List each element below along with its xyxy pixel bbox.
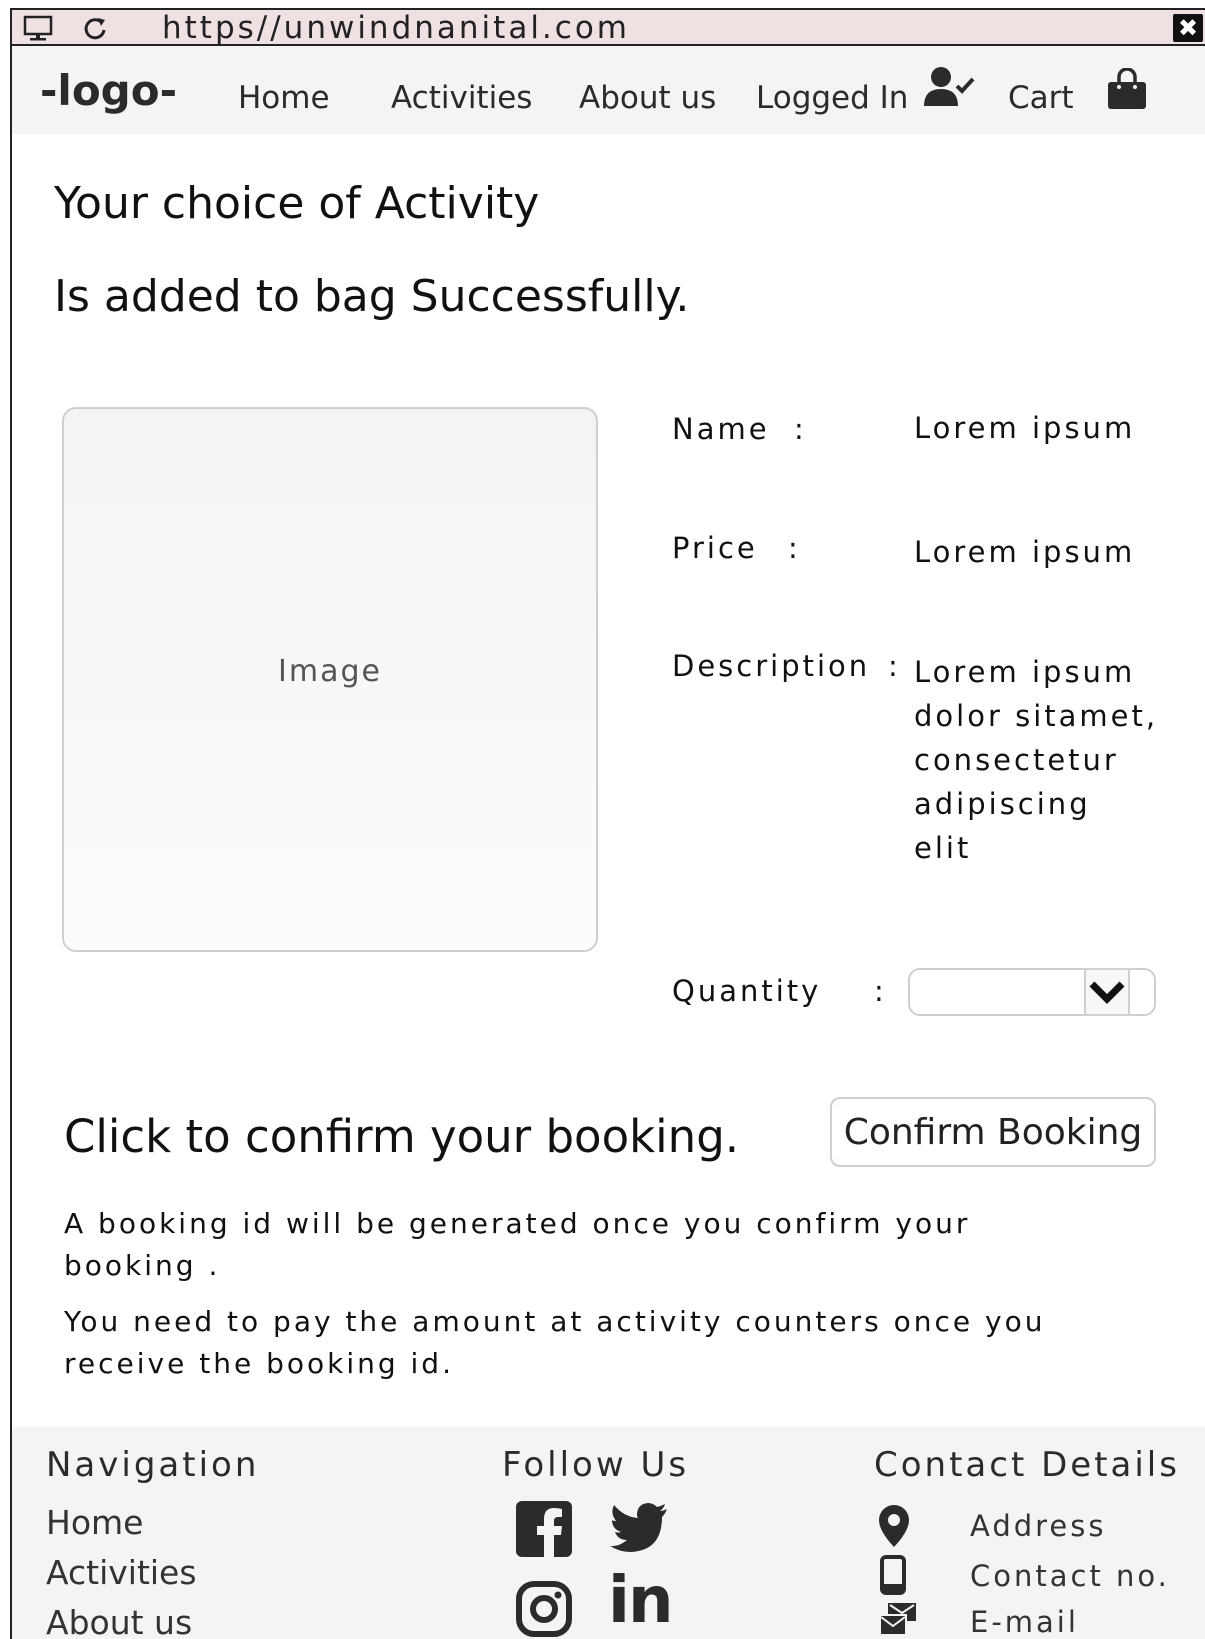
shopping-bag-icon[interactable]: [1106, 68, 1148, 110]
mail-icon: [879, 1603, 916, 1636]
heading-line-2: Is added to bag Successfully.: [54, 271, 690, 322]
nav-logged-in[interactable]: Logged In: [756, 80, 908, 116]
confirm-prompt: Click to confirm your booking.: [64, 1110, 740, 1163]
monitor-icon[interactable]: [22, 14, 54, 42]
instagram-icon[interactable]: [516, 1581, 572, 1637]
url-text[interactable]: https//unwindnanital.com: [162, 12, 630, 44]
price-label: Price: [672, 531, 758, 565]
description-line: elit: [914, 831, 972, 865]
price-colon: :: [788, 531, 801, 565]
heading-line-1: Your choice of Activity: [54, 178, 540, 229]
confirm-booking-button[interactable]: Confirm Booking: [830, 1097, 1156, 1167]
name-value: Lorem ipsum: [914, 411, 1136, 445]
browser-window: https//unwindnanital.com ✖ -logo- Home A…: [10, 8, 1205, 1639]
footer-contact-address[interactable]: Address: [970, 1509, 1107, 1543]
name-label: Name: [672, 412, 770, 446]
browser-url-bar: https//unwindnanital.com ✖: [12, 10, 1205, 46]
name-colon: :: [794, 412, 807, 446]
footer: Navigation Home Activities About us Foll…: [12, 1427, 1205, 1639]
user-check-icon[interactable]: [924, 66, 976, 108]
image-label: Image: [278, 654, 382, 689]
description-label: Description: [672, 649, 871, 683]
booking-id-note: A booking id will be generated once you …: [64, 1207, 971, 1282]
nav-about-us[interactable]: About us: [579, 80, 716, 116]
facebook-icon[interactable]: [516, 1501, 572, 1557]
footer-navigation-title: Navigation: [46, 1445, 260, 1485]
description-line: Lorem ipsum: [914, 655, 1136, 689]
footer-contact-email[interactable]: E-mail: [970, 1605, 1079, 1639]
nav-home[interactable]: Home: [238, 80, 330, 116]
dropdown-toggle[interactable]: [1084, 970, 1130, 1014]
linkedin-icon[interactable]: in: [608, 1561, 673, 1639]
footer-link-home[interactable]: Home: [46, 1503, 143, 1542]
footer-follow-title: Follow Us: [502, 1445, 690, 1485]
twitter-icon[interactable]: [610, 1501, 668, 1557]
footer-link-about-us[interactable]: About us: [46, 1603, 192, 1639]
map-pin-icon: [879, 1505, 909, 1547]
price-value: Lorem ipsum: [914, 535, 1136, 569]
nav-cart[interactable]: Cart: [1008, 80, 1074, 116]
close-icon[interactable]: ✖: [1173, 14, 1203, 42]
quantity-select[interactable]: [908, 968, 1156, 1016]
quantity-label: Quantity: [672, 974, 822, 1008]
top-navigation: -logo- Home Activities About us Logged I…: [12, 46, 1205, 134]
logo[interactable]: -logo-: [40, 66, 177, 115]
payment-note: You need to pay the amount at activity c…: [64, 1305, 1046, 1380]
chevron-down-icon: [1089, 981, 1125, 1004]
quantity-colon: :: [874, 974, 887, 1008]
description-line: dolor sitamet,: [914, 699, 1159, 733]
refresh-icon[interactable]: [80, 14, 112, 42]
footer-link-activities[interactable]: Activities: [46, 1553, 197, 1592]
mobile-phone-icon: [880, 1555, 906, 1595]
description-line: consectetur: [914, 743, 1119, 777]
description-colon: :: [888, 649, 901, 683]
footer-contact-title: Contact Details: [874, 1445, 1180, 1485]
footer-contact-phone[interactable]: Contact no.: [970, 1559, 1170, 1593]
activity-image-placeholder: Image: [62, 407, 598, 952]
nav-activities[interactable]: Activities: [391, 80, 532, 116]
description-line: adipiscing: [914, 787, 1091, 821]
